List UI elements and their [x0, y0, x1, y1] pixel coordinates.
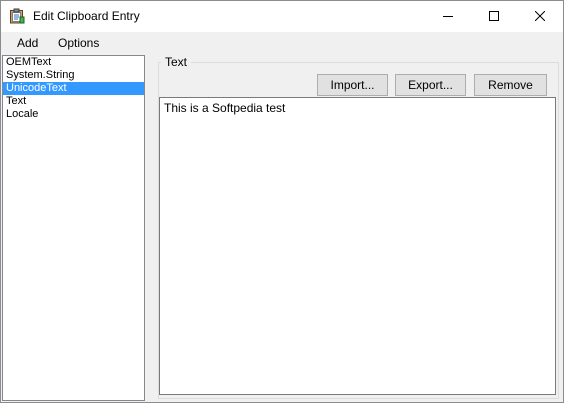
list-item[interactable]: OEMText	[3, 56, 144, 69]
export-button[interactable]: Export...	[395, 74, 466, 96]
title-bar[interactable]: Edit Clipboard Entry	[1, 1, 563, 32]
remove-button[interactable]: Remove	[474, 74, 547, 96]
maximize-button[interactable]	[471, 1, 517, 32]
import-button[interactable]: Import...	[317, 74, 388, 96]
minimize-button[interactable]	[425, 1, 471, 32]
list-item[interactable]: Locale	[3, 108, 144, 121]
clipboard-format-list[interactable]: OEMText System.String UnicodeText Text L…	[2, 55, 145, 401]
list-item[interactable]: System.String	[3, 69, 144, 82]
list-item-selected[interactable]: UnicodeText	[3, 82, 144, 95]
close-icon	[534, 10, 546, 24]
clipboard-app-icon	[9, 8, 25, 24]
group-title: Text	[161, 55, 192, 70]
menu-add[interactable]: Add	[17, 36, 38, 51]
list-item[interactable]: Text	[3, 95, 144, 108]
close-button[interactable]	[517, 1, 563, 32]
edit-clipboard-entry-window: Edit Clipboard Entry Add Options OEMText…	[0, 0, 564, 403]
text-content-area[interactable]: This is a Softpedia test	[159, 97, 556, 395]
menu-options[interactable]: Options	[58, 36, 99, 51]
minimize-icon	[443, 10, 453, 24]
maximize-icon	[489, 10, 499, 24]
window-title: Edit Clipboard Entry	[33, 9, 140, 23]
menu-bar: Add Options	[1, 32, 563, 54]
